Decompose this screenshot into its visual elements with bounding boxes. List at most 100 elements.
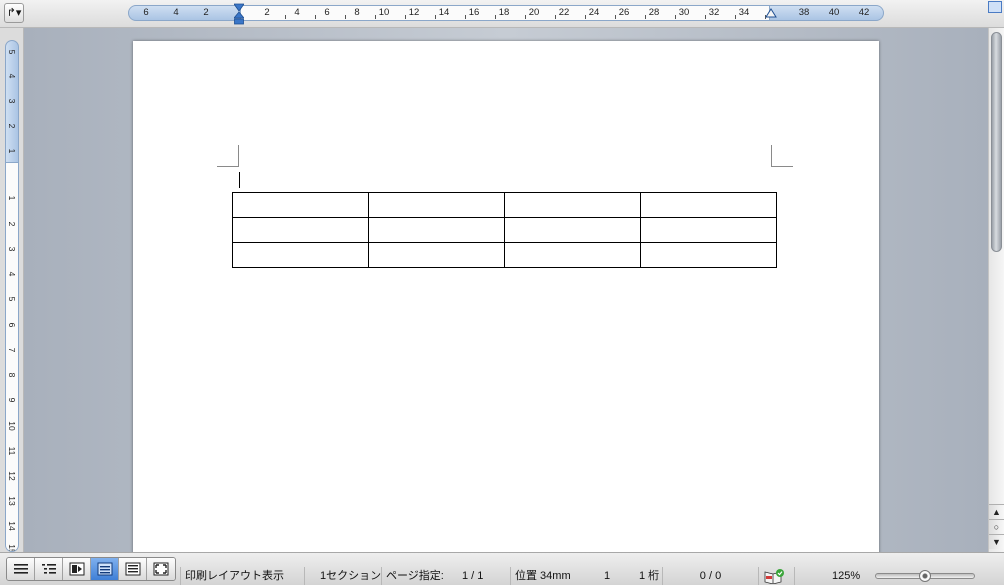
vertical-ruler-label: 2 — [7, 123, 17, 129]
ruler-label: 30 — [678, 7, 690, 18]
table-cell[interactable] — [504, 242, 641, 268]
ruler-label: 28 — [648, 7, 660, 18]
focus-view-icon — [153, 562, 169, 576]
draft-view-button[interactable] — [7, 558, 35, 580]
ruler-tick — [435, 15, 436, 19]
ruler-tick — [375, 15, 376, 19]
ruler-label: 22 — [558, 7, 570, 18]
document-page[interactable] — [133, 41, 879, 552]
ruler-tick — [285, 15, 286, 19]
ruler-label: 34 — [738, 7, 750, 18]
vertical-ruler-label: 5 — [7, 49, 17, 55]
ruler-label: 2 — [203, 7, 209, 18]
table-cell[interactable] — [368, 242, 505, 268]
vertical-ruler-label: 13 — [7, 496, 17, 506]
ruler-tick — [345, 15, 346, 19]
page-label: ページ指定: — [386, 570, 444, 582]
first-line-indent-marker-icon[interactable] — [234, 3, 244, 25]
page-value: 1 / 1 — [462, 570, 484, 582]
ruler-label: 6 — [143, 7, 149, 18]
vertical-ruler-label: 8 — [7, 372, 17, 378]
table-cell[interactable] — [640, 217, 777, 243]
ruler-label: 8 — [354, 7, 360, 18]
table-cell[interactable] — [232, 217, 369, 243]
ruler-toggle-icon[interactable] — [988, 1, 1002, 13]
vertical-ruler-label: 3 — [7, 246, 17, 252]
vertical-ruler-label: 3 — [7, 98, 17, 104]
scrollbar-thumb[interactable] — [991, 32, 1002, 252]
table-cell[interactable] — [232, 242, 369, 268]
vertical-ruler-label: 14 — [7, 521, 17, 531]
ruler-label: 38 — [798, 7, 810, 18]
tab-selector-button[interactable]: ↱▾ — [4, 3, 24, 23]
vertical-ruler-label: 1 — [7, 195, 17, 201]
previous-page-button[interactable]: ▲ — [989, 504, 1004, 519]
notebook-view-button[interactable] — [119, 558, 147, 580]
ruler-label: 6 — [324, 7, 330, 18]
vertical-ruler-label: 2 — [7, 221, 17, 227]
print-layout-view-button[interactable] — [91, 558, 119, 580]
ruler-tick — [315, 15, 316, 19]
vertical-ruler-label: 10 — [7, 421, 17, 431]
publishing-view-icon — [69, 562, 84, 576]
page-indicator[interactable]: ページ指定: 1 / 1 — [381, 567, 510, 585]
ruler-label: 12 — [408, 7, 420, 18]
table-cell[interactable] — [368, 217, 505, 243]
ruler-tick — [585, 15, 586, 19]
word-count-indicator[interactable]: 0 / 0 — [662, 567, 758, 585]
ruler-label: 18 — [498, 7, 510, 18]
focus-view-button[interactable] — [147, 558, 175, 580]
next-page-button[interactable]: ▼ — [989, 534, 1004, 549]
position-value: 位置 34mm — [515, 570, 571, 582]
document-table[interactable] — [232, 192, 777, 268]
browse-object-button[interactable]: ○ — [989, 519, 1004, 534]
spelling-check-icon — [764, 569, 784, 585]
table-cell[interactable] — [640, 192, 777, 218]
vertical-scrollbar[interactable]: ▲ ○ ▼ — [988, 28, 1004, 552]
ruler-tick — [615, 15, 616, 19]
table-cell[interactable] — [504, 192, 641, 218]
publishing-view-button[interactable] — [63, 558, 91, 580]
ruler-tick — [735, 15, 736, 19]
ruler-label: 20 — [528, 7, 540, 18]
ruler-label: 24 — [588, 7, 600, 18]
vertical-ruler-label: 1 — [7, 148, 17, 154]
table-row — [232, 192, 777, 218]
right-indent-marker-icon[interactable] — [765, 8, 777, 19]
ruler-label: 14 — [438, 7, 450, 18]
ruler-label: 10 — [378, 7, 390, 18]
view-buttons-group — [6, 557, 176, 581]
ruler-label: 2 — [264, 7, 270, 18]
ruler-tick — [495, 15, 496, 19]
ruler-label: 4 — [173, 7, 179, 18]
top-ruler-bar: ↱▾ 6 4 2 2 4 6 8 10 12 14 16 18 20 22 24 26 28 30 32 34 38 40… — [0, 0, 1004, 28]
spelling-status[interactable] — [758, 567, 794, 585]
table-cell[interactable] — [368, 192, 505, 218]
line-value: 1 — [604, 570, 611, 582]
print-layout-view-icon — [97, 562, 112, 576]
outline-view-button[interactable] — [35, 558, 63, 580]
ruler-tick — [525, 15, 526, 19]
ruler-tick — [465, 15, 466, 19]
table-cell[interactable] — [232, 192, 369, 218]
table-row — [232, 242, 777, 268]
ruler-label: 42 — [858, 7, 870, 18]
view-mode-indicator: 印刷レイアウト表示 — [180, 567, 304, 585]
vertical-ruler-label: 9 — [7, 397, 17, 403]
zoom-slider[interactable] — [875, 570, 975, 582]
table-cell[interactable] — [640, 242, 777, 268]
zoom-slider-knob[interactable] — [919, 570, 931, 582]
vertical-ruler-label: 11 — [7, 446, 17, 456]
vertical-ruler-label: 4 — [7, 271, 17, 277]
table-row — [232, 217, 777, 243]
text-cursor — [239, 172, 240, 188]
vertical-ruler[interactable]: 5 4 3 2 1 1 2 3 4 5 6 7 8 9 10 11 12 13 14 15 — [5, 40, 19, 552]
zoom-control: 125% — [794, 567, 1004, 585]
table-cell[interactable] — [504, 217, 641, 243]
ruler-label: 32 — [708, 7, 720, 18]
ruler-tick — [645, 15, 646, 19]
vertical-ruler-label: 4 — [7, 73, 17, 79]
column-value: 1 桁 — [639, 570, 660, 582]
document-area[interactable] — [24, 28, 988, 552]
ruler-tick — [555, 15, 556, 19]
